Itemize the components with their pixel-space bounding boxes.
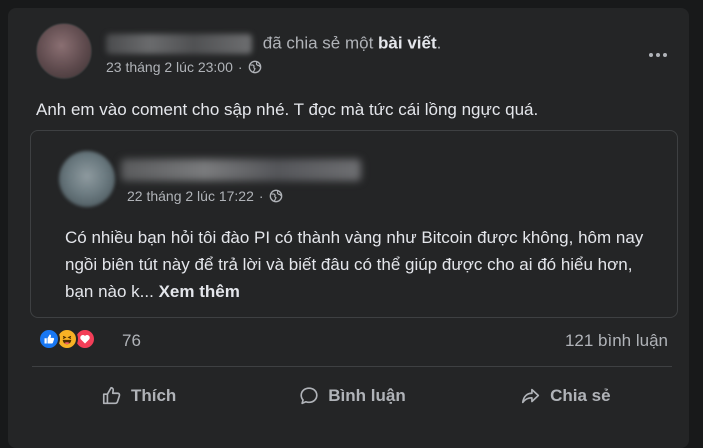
shared-suffix: . xyxy=(436,33,442,53)
post-card: đã chia sẻ một bài viết. 23 tháng 2 lúc … xyxy=(8,8,689,448)
meta-separator: · xyxy=(237,59,243,75)
comment-label: Bình luận xyxy=(328,386,406,405)
thumbs-up-icon xyxy=(102,386,121,405)
meta-separator: · xyxy=(258,188,264,204)
post-meta: 23 tháng 2 lúc 23:00 · xyxy=(106,59,262,75)
divider xyxy=(32,366,672,367)
shared-post[interactable]: 22 tháng 2 lúc 17:22 · Có nhiều bạn hỏi … xyxy=(30,130,678,318)
shared-object-link[interactable]: bài viết xyxy=(378,34,437,53)
author-name-blurred[interactable] xyxy=(106,33,252,54)
action-bar: Thích Bình luận Chia sẻ xyxy=(32,374,672,418)
reaction-count[interactable]: 76 xyxy=(122,331,141,351)
author-avatar[interactable] xyxy=(36,23,92,79)
reaction-icons[interactable] xyxy=(38,328,96,350)
share-button[interactable]: Chia sẻ xyxy=(459,374,672,418)
share-icon xyxy=(522,388,540,404)
globe-icon[interactable] xyxy=(269,189,283,203)
shared-action-text: đã chia sẻ một xyxy=(262,33,374,53)
more-options-icon[interactable] xyxy=(644,45,672,65)
post-text: Anh em vào coment cho sập nhé. T đọc mà … xyxy=(36,100,539,119)
shared-post-timestamp[interactable]: 22 tháng 2 lúc 17:22 xyxy=(127,188,254,204)
comment-button[interactable]: Bình luận xyxy=(245,374,458,418)
globe-icon[interactable] xyxy=(248,60,262,74)
shared-post-meta: 22 tháng 2 lúc 17:22 · xyxy=(127,188,283,204)
shared-author-avatar[interactable] xyxy=(59,151,115,207)
post-header: đã chia sẻ một bài viết. 23 tháng 2 lúc … xyxy=(36,23,676,87)
comment-icon xyxy=(300,387,318,405)
see-more-link[interactable]: Xem thêm xyxy=(159,282,240,301)
like-label: Thích xyxy=(130,386,177,405)
reaction-stats: 76 121 bình luận xyxy=(38,326,668,356)
author-line: đã chia sẻ một bài viết. xyxy=(106,33,441,54)
post-timestamp[interactable]: 23 tháng 2 lúc 23:00 xyxy=(106,59,233,75)
shared-post-text: Có nhiều bạn hỏi tôi đào PI có thành vàn… xyxy=(65,228,644,301)
share-label: Chia sẻ xyxy=(550,386,611,405)
shared-post-body: Có nhiều bạn hỏi tôi đào PI có thành vàn… xyxy=(65,224,655,305)
like-icon xyxy=(38,328,60,350)
comment-count[interactable]: 121 bình luận xyxy=(565,331,668,351)
like-button[interactable]: Thích xyxy=(32,374,245,418)
shared-author-name-blurred[interactable] xyxy=(121,159,361,181)
